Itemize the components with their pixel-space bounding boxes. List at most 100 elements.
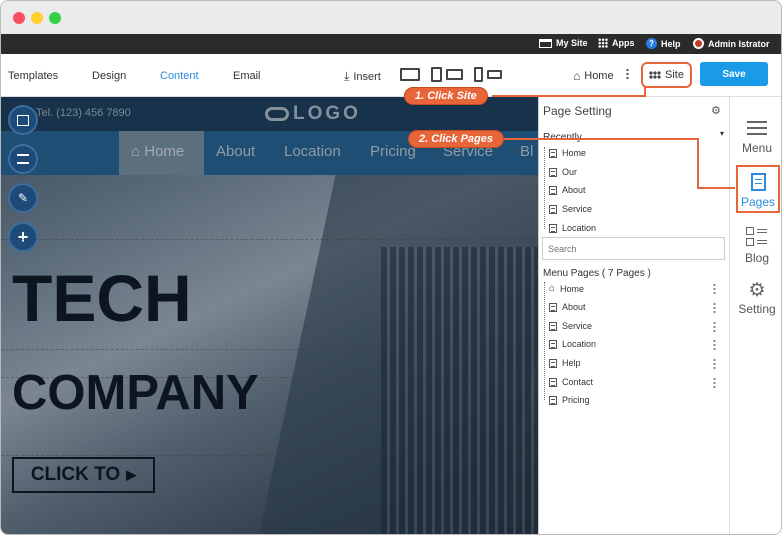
blog-icon [746,227,768,247]
recent-page-label: About [562,185,586,195]
sitemap-icon [649,71,662,79]
recent-page-label: Home [562,148,587,158]
section-list-button[interactable] [8,144,38,174]
gears-icon: ⚙ [748,280,766,301]
tab-design[interactable]: Design [92,70,126,82]
more-options-icon[interactable] [626,68,629,80]
recent-page-item[interactable]: Location [549,223,596,233]
drag-handle-icon[interactable] [713,377,716,389]
chevron-down-icon[interactable]: ▾ [720,129,724,138]
minimize-window-button[interactable] [31,12,43,24]
tab-templates[interactable]: Templates [8,70,58,82]
recent-page-item[interactable]: Service [549,204,592,214]
help-icon: ? [646,38,657,49]
hero-cta-button[interactable]: CLICK TO ▶ [12,457,155,493]
desktop-view-icon[interactable] [400,68,420,81]
page-icon [549,167,557,177]
menu-page-item[interactable]: About [549,302,586,312]
tab-content[interactable]: Content [160,70,199,82]
save-button[interactable]: Save [700,62,768,86]
close-window-button[interactable] [13,12,25,24]
my-site-link[interactable]: My Site [539,38,588,48]
recent-page-item[interactable]: Home [549,148,586,158]
edit-content-button[interactable]: ✎ [8,183,38,213]
site-label: Site [665,69,684,81]
drag-handle-icon[interactable] [713,358,716,370]
phone-landscape-view-icon[interactable] [487,70,502,79]
page-icon [549,302,557,312]
sidebar-item-setting[interactable]: ⚙ Setting [730,280,781,316]
callout-connector [697,187,735,189]
sidebar-item-menu[interactable]: Menu [730,121,781,155]
panel-title: Page Setting [543,104,612,118]
maximize-window-button[interactable] [49,12,61,24]
apps-label: Apps [612,38,635,48]
insert-button[interactable]: ⤓ Insert [344,69,381,84]
sidebar-label-pages: Pages [740,195,776,209]
callout-step2: 2. Click Pages [408,130,504,148]
page-search-input[interactable] [542,237,725,260]
sidebar-item-blog[interactable]: Blog [730,227,781,265]
browser-icon [539,38,552,48]
tablet-landscape-view-icon[interactable] [446,69,463,80]
window-titlebar [1,1,781,34]
menu-page-label: About [562,302,586,312]
phone-view-icon[interactable] [474,67,483,82]
menu-page-item[interactable]: Pricing [549,395,590,405]
insert-label: Insert [353,70,381,83]
recent-page-item[interactable]: Our [549,167,577,177]
website-preview-canvas[interactable]: Tel. (123) 456 7890 LOGO ⌂ Home About Lo… [1,97,538,534]
recent-page-label: Our [562,167,578,177]
menu-page-label: Location [562,339,597,349]
home-icon: ⌂ [549,283,556,294]
list-icon [17,154,29,164]
drag-handle-icon[interactable] [713,339,716,351]
section-guide-line [1,455,538,456]
drag-handle-icon[interactable] [713,302,716,314]
tablet-view-icon[interactable] [431,67,442,82]
recent-page-label: Service [562,204,593,214]
site-button[interactable]: Site [641,62,692,88]
menu-page-item[interactable]: ⌂ Home [549,283,584,294]
drag-handle-icon[interactable] [713,321,716,333]
user-menu[interactable]: Admin Istrator [693,38,770,49]
help-label: Help [661,38,681,49]
menu-page-item[interactable]: Help [549,358,581,368]
add-section-button[interactable]: + [8,222,38,252]
apps-link[interactable]: Apps [598,38,635,48]
menu-page-label: Service [562,321,593,331]
home-label: Home [584,70,614,82]
page-icon [549,204,557,214]
hero-title-line2[interactable]: COMPANY [12,365,259,421]
tree-connector [544,147,545,229]
edit-lines-icon: ✎ [17,191,29,205]
home-page-selector[interactable]: ⌂ Home [573,69,614,83]
help-link[interactable]: ? Help [646,38,681,49]
page-icon [549,223,557,233]
callout-step1: 1. Click Site [404,87,488,105]
plus-icon: + [17,226,29,247]
editor-toolbar: Templates Design Content Email ⤓ Insert … [1,54,781,97]
tree-connector [544,282,545,400]
hero-title-line1[interactable]: TECH [12,260,192,336]
page-icon [549,321,557,331]
menu-page-label: Contact [562,377,594,387]
page-icon [549,395,557,405]
tab-email[interactable]: Email [233,70,261,82]
page-setting-panel: Page Setting ⚙ Recently ▾ Home Our About… [538,97,729,534]
settings-gears-icon[interactable]: ⚙ [711,104,721,117]
page-icon [549,339,557,349]
menu-page-item[interactable]: Contact [549,377,593,387]
page-icon [549,377,557,387]
page-icon [549,148,557,158]
page-layout-button[interactable] [8,105,38,135]
recent-page-item[interactable]: About [549,185,586,195]
menu-page-item[interactable]: Location [549,339,596,349]
home-icon: ⌂ [573,69,581,83]
menu-page-item[interactable]: Service [549,321,592,331]
drag-handle-icon[interactable] [713,283,716,295]
callout-connector [697,138,699,189]
sidebar-item-pages[interactable]: Pages [736,165,780,213]
download-icon: ⤓ [344,69,350,83]
user-name: Admin Istrator [708,38,770,49]
